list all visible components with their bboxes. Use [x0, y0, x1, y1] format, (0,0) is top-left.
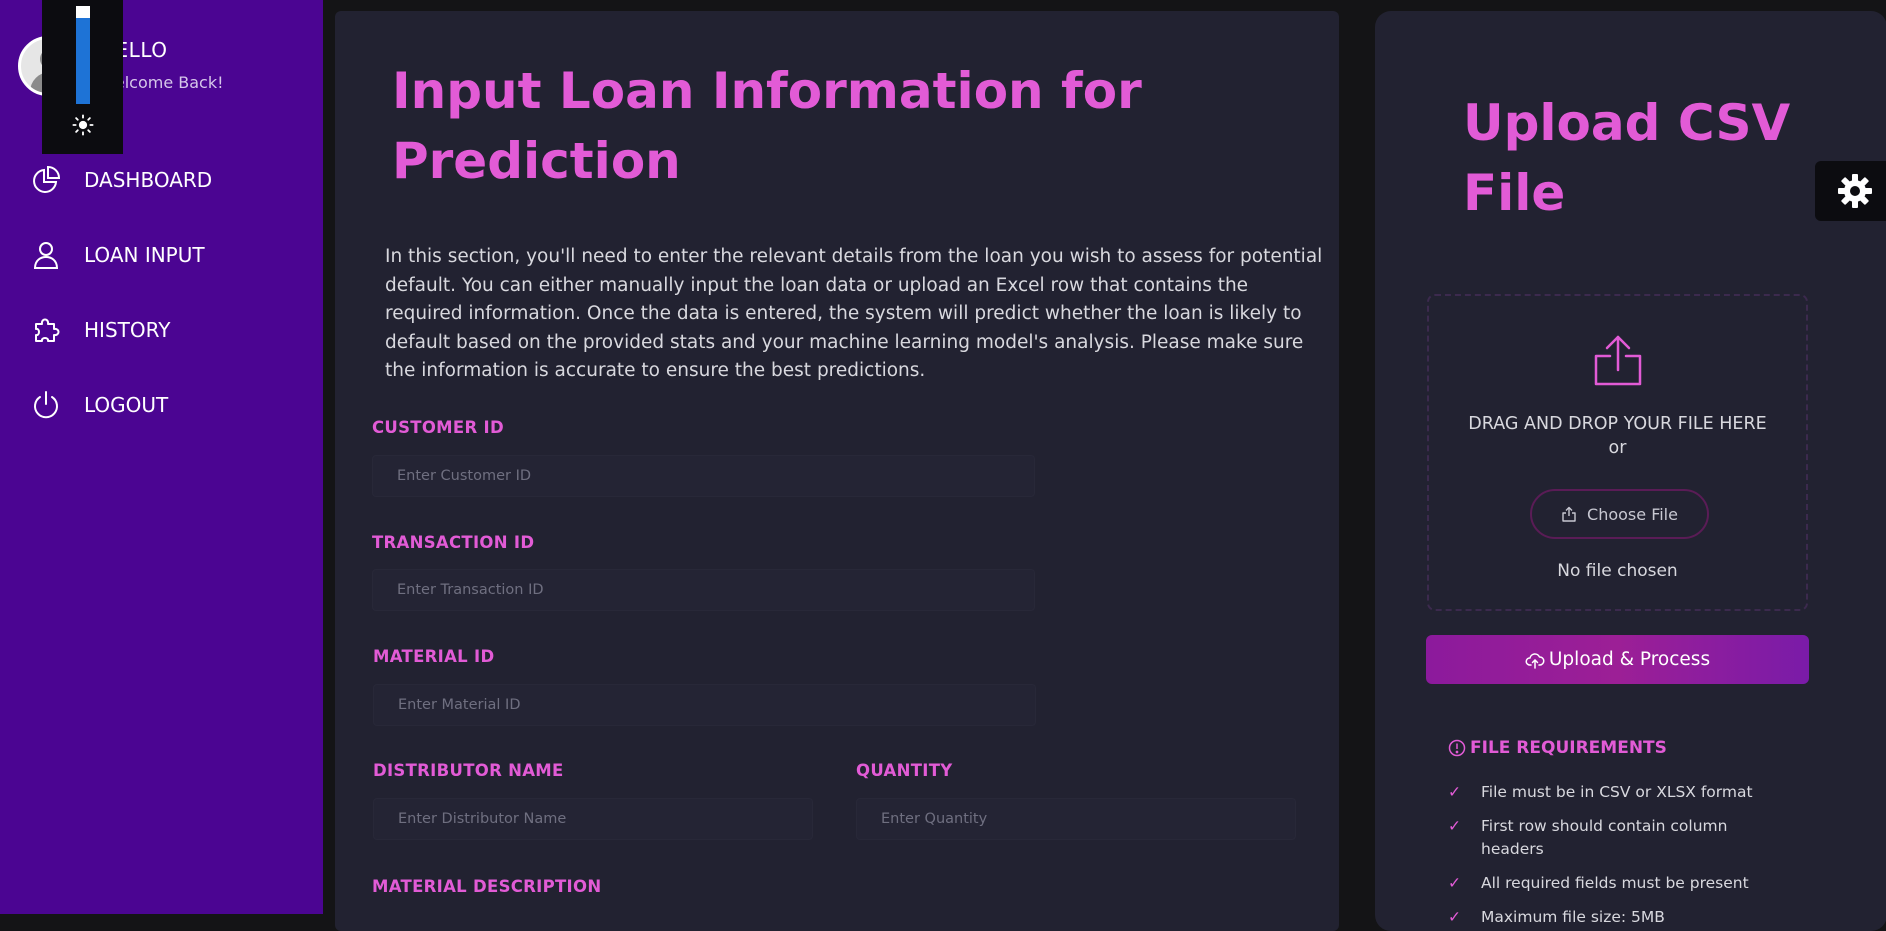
- loan-input-panel: Input Loan Information for Prediction In…: [335, 11, 1339, 931]
- brightness-control: [42, 0, 123, 154]
- sidebar-item-logout[interactable]: LOGOUT: [30, 385, 168, 425]
- check-icon: ✓: [1448, 783, 1461, 801]
- quantity-input[interactable]: [856, 798, 1296, 840]
- upload-panel: Upload CSV File DRAG AND DROP YOUR FILE …: [1375, 11, 1886, 931]
- file-requirements-heading: FILE REQUIREMENTS: [1448, 738, 1667, 758]
- sidebar: HELLO Welcome Back! DASHBOARD LOAN INPUT: [0, 0, 323, 914]
- requirement-text: First row should contain column headers: [1481, 817, 1728, 858]
- choose-file-button[interactable]: Choose File: [1530, 489, 1709, 539]
- or-text: or: [1608, 438, 1627, 458]
- drop-instructions: DRAG AND DROP YOUR FILE HERE or: [1429, 412, 1806, 460]
- material-id-label: MATERIAL ID: [373, 647, 495, 666]
- settings-button[interactable]: [1815, 161, 1886, 221]
- file-dropzone[interactable]: DRAG AND DROP YOUR FILE HERE or Choose F…: [1427, 294, 1808, 611]
- transaction-id-input[interactable]: [372, 569, 1035, 611]
- upload-arrow-icon: [1594, 335, 1642, 386]
- sidebar-item-label: LOAN INPUT: [84, 243, 205, 267]
- sidebar-item-loan-input[interactable]: LOAN INPUT: [30, 235, 205, 275]
- check-icon: ✓: [1448, 908, 1461, 926]
- material-description-label: MATERIAL DESCRIPTION: [372, 877, 602, 896]
- sidebar-item-history[interactable]: HISTORY: [30, 310, 170, 350]
- distributor-name-input[interactable]: [373, 798, 813, 840]
- upload-process-button[interactable]: Upload & Process: [1426, 635, 1809, 684]
- check-icon: ✓: [1448, 874, 1461, 892]
- sidebar-item-label: HISTORY: [84, 318, 171, 342]
- drop-text: DRAG AND DROP YOUR FILE HERE: [1468, 414, 1767, 434]
- material-id-input[interactable]: [373, 684, 1036, 726]
- requirement-text: All required fields must be present: [1481, 874, 1749, 892]
- page-title: Input Loan Information for Prediction: [392, 62, 1142, 190]
- quantity-label: QUANTITY: [856, 761, 953, 780]
- brightness-slider[interactable]: [76, 16, 90, 104]
- gear-icon: [1838, 174, 1872, 208]
- transaction-id-label: TRANSACTION ID: [372, 533, 535, 552]
- upload-title: Upload CSV File: [1463, 94, 1791, 222]
- check-icon: ✓: [1448, 817, 1461, 835]
- puzzle-icon: [35, 318, 60, 342]
- brightness-slider-handle[interactable]: [76, 6, 90, 18]
- sun-icon[interactable]: [72, 114, 94, 136]
- requirement-text: File must be in CSV or XLSX format: [1481, 783, 1753, 801]
- customer-id-label: CUSTOMER ID: [372, 418, 504, 437]
- cloud-upload-icon: [1525, 652, 1545, 669]
- sidebar-item-dashboard[interactable]: DASHBOARD: [30, 160, 212, 200]
- sidebar-item-label: LOGOUT: [84, 393, 169, 417]
- distributor-name-label: DISTRIBUTOR NAME: [373, 761, 564, 780]
- file-status: No file chosen: [1557, 561, 1678, 581]
- user-icon: [33, 242, 59, 269]
- upload-process-label: Upload & Process: [1548, 649, 1711, 670]
- upload-icon: [1562, 506, 1576, 522]
- page-description: In this section, you'll need to enter th…: [385, 246, 1323, 381]
- info-icon: [1448, 739, 1466, 757]
- choose-file-label: Choose File: [1587, 504, 1678, 524]
- customer-id-input[interactable]: [372, 455, 1035, 497]
- pie-chart-icon: [33, 165, 61, 193]
- requirement-text: Maximum file size: 5MB: [1481, 908, 1665, 926]
- file-requirements-title: FILE REQUIREMENTS: [1470, 738, 1667, 758]
- sidebar-item-label: DASHBOARD: [84, 168, 213, 192]
- power-icon: [34, 391, 58, 419]
